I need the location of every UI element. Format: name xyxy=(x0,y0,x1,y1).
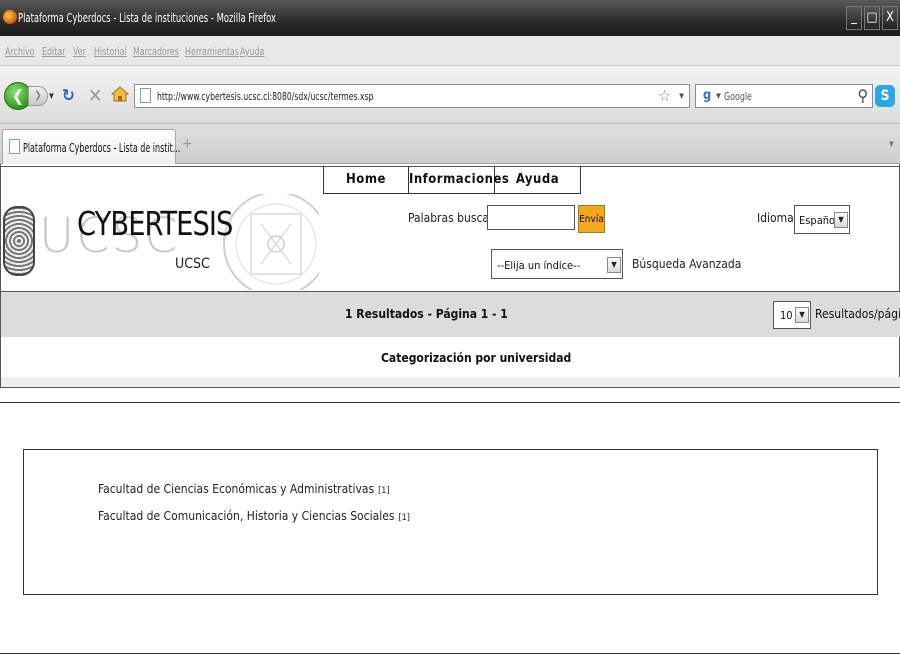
category-header: Categorización por universidad xyxy=(1,337,900,387)
nav-ayuda-link[interactable]: Ayuda xyxy=(495,167,580,193)
window-titlebar: Plataforma Cyberdocs - Lista de instituc… xyxy=(0,0,900,36)
section-divider xyxy=(0,402,900,403)
menu-ayuda[interactable]: Ayuda xyxy=(240,45,264,58)
tab-title[interactable]: Plataforma Cyberdocs - Lista de instit..… xyxy=(23,141,180,155)
home-icon[interactable] xyxy=(111,85,129,103)
faculty-link[interactable]: Facultad de Comunicación, Historia y Cie… xyxy=(98,509,394,523)
results-per-page-label: Resultados/página xyxy=(815,307,900,321)
advanced-search-link[interactable]: Búsqueda Avanzada xyxy=(632,257,741,271)
url-dropdown-icon[interactable]: ▼ xyxy=(679,92,684,100)
faculty-link[interactable]: Facultad de Ciencias Económicas y Admini… xyxy=(98,482,374,496)
navigation-toolbar: ❮ ❯ ▼ ↻ ✕ http://www.cybertesis.ucsc.cl:… xyxy=(0,66,900,124)
new-tab-button[interactable]: + xyxy=(182,136,193,152)
minimize-button[interactable]: _ xyxy=(846,6,862,30)
page-bottom-rule xyxy=(0,653,900,654)
menu-ver[interactable]: Ver xyxy=(73,45,86,58)
search-engine-name[interactable]: Google xyxy=(724,90,752,103)
bookmark-star-icon[interactable]: ☆ xyxy=(658,86,671,105)
idioma-select[interactable]: Español ▼ xyxy=(794,205,850,234)
menu-historial[interactable]: Historial xyxy=(94,45,127,58)
results-per-page-select[interactable]: 10 ▼ xyxy=(773,301,811,329)
skype-icon[interactable]: S xyxy=(875,85,895,107)
faculty-count: [1] xyxy=(398,513,410,523)
menu-bar: Archivo Editar Ver Historial Marcadores … xyxy=(0,36,900,66)
category-divider xyxy=(1,377,900,387)
logo-title: CYBERTESIS xyxy=(77,204,233,243)
forward-button[interactable]: ❯ xyxy=(28,86,48,106)
url-bar[interactable]: http://www.cybertesis.ucsc.cl:8080/sdx/u… xyxy=(134,84,690,108)
menu-marcadores[interactable]: Marcadores xyxy=(133,45,179,58)
menu-editar[interactable]: Editar xyxy=(42,45,65,58)
site-header: Home Informaciones Ayuda UCSC CYBERTESIS… xyxy=(0,164,900,388)
maximize-button[interactable]: □ xyxy=(864,6,880,30)
url-text[interactable]: http://www.cybertesis.ucsc.cl:8080/sdx/u… xyxy=(157,90,374,103)
keyword-search-input[interactable] xyxy=(487,205,575,230)
firefox-icon xyxy=(3,10,17,24)
window-title: Plataforma Cyberdocs - Lista de instituc… xyxy=(18,11,277,25)
faculty-list: Facultad de Ciencias Económicas y Admini… xyxy=(23,449,878,595)
logo-subtitle: UCSC xyxy=(175,256,210,272)
chevron-down-icon[interactable]: ▼ xyxy=(607,257,621,273)
tab-active[interactable]: Plataforma Cyberdocs - Lista de instit..… xyxy=(2,129,180,164)
envia-button[interactable]: Envía xyxy=(578,205,605,233)
nav-home-link[interactable]: Home xyxy=(324,167,409,193)
faculty-count: [1] xyxy=(378,486,390,496)
chevron-down-icon[interactable]: ▼ xyxy=(834,212,848,228)
university-seal-icon xyxy=(3,206,35,276)
search-engine-dropdown-icon[interactable]: ▼ xyxy=(716,92,721,100)
reload-icon[interactable]: ↻ xyxy=(62,86,75,106)
list-item[interactable]: Facultad de Comunicación, Historia y Cie… xyxy=(98,509,410,523)
menu-herramientas[interactable]: Herramientas xyxy=(185,45,239,58)
google-icon[interactable]: g xyxy=(699,88,715,104)
site-logo[interactable]: UCSC CYBERTESIS UCSC xyxy=(1,194,319,290)
nav-informaciones-link[interactable]: Informaciones xyxy=(409,167,509,193)
history-dropdown-icon[interactable]: ▼ xyxy=(49,92,54,100)
results-bar: 1 Resultados - Página 1 - 1 10 ▼ Resulta… xyxy=(1,291,900,337)
search-icon[interactable]: ⚲ xyxy=(857,86,868,105)
tab-page-icon xyxy=(9,139,20,154)
search-bar[interactable]: g ▼ Google ⚲ xyxy=(695,84,873,108)
list-item[interactable]: Facultad de Ciencias Económicas y Admini… xyxy=(98,482,390,496)
stop-icon[interactable]: ✕ xyxy=(88,85,102,107)
tab-bar: Plataforma Cyberdocs - Lista de instit..… xyxy=(0,124,900,164)
chevron-down-icon[interactable]: ▼ xyxy=(795,307,809,323)
page-icon xyxy=(140,88,151,103)
tab-list-icon[interactable]: ▼ xyxy=(889,140,894,148)
index-select-value: --Elija un índice-- xyxy=(497,259,581,272)
results-count: 1 Resultados - Página 1 - 1 xyxy=(345,307,508,321)
results-per-page-value: 10 xyxy=(780,309,793,322)
menu-archivo[interactable]: Archivo xyxy=(5,45,35,58)
site-nav: Home Informaciones Ayuda xyxy=(323,167,581,194)
close-button[interactable]: X xyxy=(882,6,898,30)
index-select[interactable]: --Elija un índice-- ▼ xyxy=(491,249,623,279)
page-content: Home Informaciones Ayuda UCSC CYBERTESIS… xyxy=(0,164,900,658)
idioma-value: Español xyxy=(799,214,838,227)
category-title: Categorización por universidad xyxy=(381,351,572,365)
